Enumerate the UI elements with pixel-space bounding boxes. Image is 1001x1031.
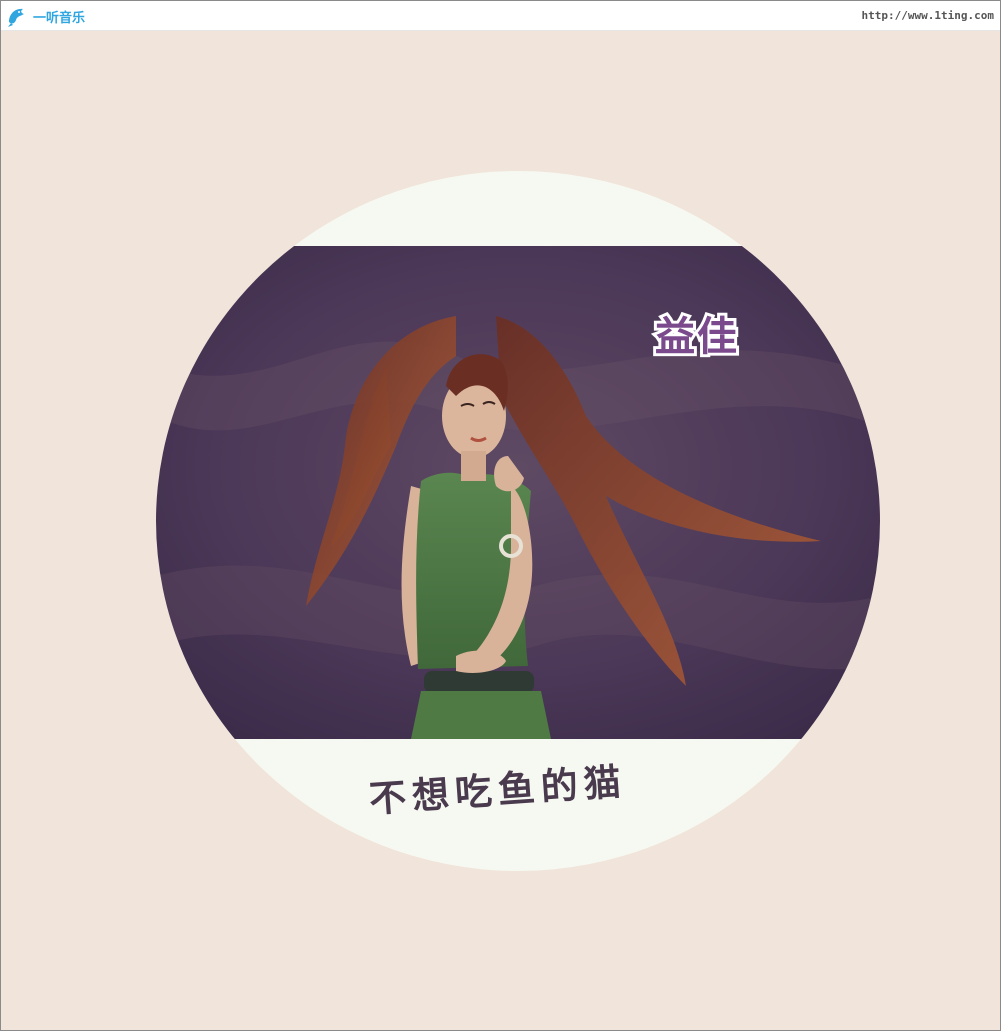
site-url: http://www.1ting.com [861,9,994,22]
logo-text: 一听音乐 [33,10,86,26]
artist-photo [156,246,880,739]
artist-name-fill: 益佳 [655,314,739,360]
album-cover: 一听音乐 http://www.1ting.com 益佳 益佳 不想吃鱼的猫 [0,0,1001,1031]
dolphin-icon [8,8,24,27]
watermark-header: 一听音乐 http://www.1ting.com [1,1,1000,31]
site-logo: 一听音乐 [5,4,85,28]
